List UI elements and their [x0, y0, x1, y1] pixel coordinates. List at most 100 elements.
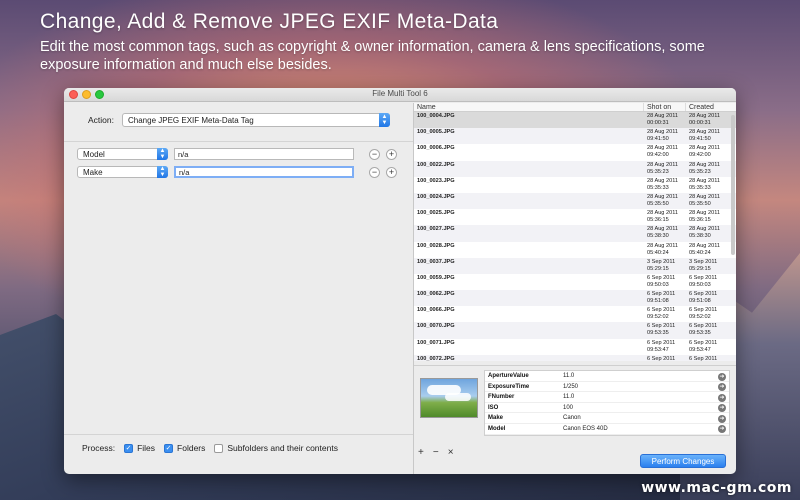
- table-row[interactable]: 100_0037.JPG 3 Sep 2011 05:29:15 3 Sep 2011…: [414, 257, 736, 274]
- arrow-right-icon[interactable]: ➜: [718, 414, 726, 423]
- action-popup[interactable]: Change JPEG EXIF Meta-Data Tag ▲ ▼: [122, 113, 390, 127]
- created-time: 00:00:31: [689, 120, 711, 126]
- created-time: 05:38:30: [689, 233, 711, 240]
- column-header-shot-on[interactable]: Shot on: [644, 103, 686, 111]
- perform-changes-button[interactable]: Perform Changes: [640, 454, 726, 468]
- property-row[interactable]: ISO 100 ➜: [485, 403, 729, 414]
- created-date: 6 Sep 2011: [689, 291, 718, 298]
- table-scrollbar[interactable]: [731, 115, 735, 255]
- checkmark-icon: ✓: [124, 443, 134, 453]
- property-key: FNumber: [488, 394, 515, 401]
- created-date: 28 Aug 2011: [689, 193, 721, 200]
- created-date: 3 Sep 2011: [689, 258, 718, 265]
- shot-on-cell: 28 Aug 2011 00:00:31: [644, 112, 686, 128]
- created-time: 09:53:35: [689, 330, 711, 337]
- file-name: 100_0072.JPG: [417, 355, 455, 361]
- shot-date: 6 Sep 2011: [647, 323, 676, 330]
- clear-list-button[interactable]: ×: [448, 447, 454, 458]
- property-row[interactable]: FNumber 11.0 ➜: [485, 392, 729, 403]
- tag-row-2: Make ▲ ▼ n/a − +: [77, 166, 397, 178]
- created-time: 09:41:50: [689, 136, 711, 143]
- created-date: 28 Aug 2011: [689, 226, 721, 233]
- table-row[interactable]: 100_0066.JPG 6 Sep 2011 09:52:02 6 Sep 2011…: [414, 306, 736, 322]
- property-row[interactable]: Make Canon ➜: [485, 413, 729, 424]
- table-row[interactable]: 100_0022.JPG 28 Aug 2011 05:35:23 28 Aug 20…: [414, 160, 736, 177]
- tag-popup-1[interactable]: Model ▲ ▼: [77, 148, 168, 160]
- created-cell: 28 Aug 2011 05:35:23: [686, 161, 730, 177]
- shot-on-cell: 28 Aug 2011 05:35:23: [644, 161, 686, 177]
- promo-subline: Edit the most common tags, such as copyr…: [40, 39, 705, 73]
- process-label: Process:: [82, 443, 116, 453]
- table-row[interactable]: 100_0024.JPG 28 Aug 2011 05:35:50 28 Aug 20…: [414, 192, 736, 210]
- created-date: 6 Sep 2011: [689, 274, 718, 281]
- created-date: 28 Aug 2011: [689, 113, 721, 119]
- shot-date: 28 Aug 2011: [647, 113, 679, 119]
- tag-value-field-1[interactable]: n/a: [174, 148, 354, 160]
- subfolders-label: Subfolders and their contents: [227, 443, 338, 453]
- created-date: 6 Sep 2011: [689, 307, 718, 314]
- remove-tag-button-2[interactable]: −: [369, 166, 380, 178]
- table-row[interactable]: 100_0005.JPG 28 Aug 2011 09:41:50 28 Aug 20…: [414, 128, 736, 145]
- created-cell: 3 Sep 2011 05:29:15: [686, 258, 730, 274]
- popup-arrows-icon: ▲ ▼: [157, 166, 168, 178]
- shot-time: 00:00:31: [647, 120, 669, 126]
- created-cell: 6 Sep 2011 09:51:08: [686, 290, 730, 306]
- shot-on-cell: 6 Sep 2011 09:53:47: [644, 339, 686, 355]
- folders-label: Folders: [177, 443, 206, 453]
- shot-on-cell: 6 Sep 2011 09:52:02: [644, 306, 686, 322]
- photo-thumbnail: [420, 378, 478, 418]
- shot-on-cell: 28 Aug 2011 05:35:50: [644, 193, 686, 209]
- table-row[interactable]: 100_0070.JPG 6 Sep 2011 09:53:35 6 Sep 2011…: [414, 322, 736, 339]
- table-row[interactable]: 100_0027.JPG 28 Aug 2011 05:38:30 28 Aug 20…: [414, 225, 736, 242]
- remove-tag-button-1[interactable]: −: [369, 148, 380, 160]
- folders-checkbox[interactable]: ✓ Folders: [164, 443, 205, 453]
- tag-popup-1-value: Model: [83, 149, 105, 159]
- property-row[interactable]: Model Canon EOS 40D ➜: [485, 424, 729, 435]
- table-row[interactable]: 100_0062.JPG 6 Sep 2011 09:51:08 6 Sep 2011…: [414, 290, 736, 307]
- property-value: 11.0: [563, 394, 575, 401]
- shot-on-cell: 6 Sep 2011 09:53:35: [644, 322, 686, 338]
- table-row[interactable]: 100_0006.JPG 28 Aug 2011 09:42:00 28 Aug 20…: [414, 144, 736, 160]
- add-tag-button-1[interactable]: +: [386, 148, 397, 160]
- remove-file-button[interactable]: −: [433, 447, 439, 458]
- property-row[interactable]: ExposureTime 1/250 ➜: [485, 382, 729, 393]
- property-value: Canon: [563, 415, 581, 422]
- add-tag-button-2[interactable]: +: [386, 166, 397, 178]
- tag-popup-2[interactable]: Make ▲ ▼: [77, 166, 168, 178]
- subfolders-checkbox[interactable]: Subfolders and their contents: [214, 443, 338, 453]
- created-time: 09:52:02: [689, 314, 711, 321]
- table-body: 100_0004.JPG 28 Aug 2011 00:00:31 28 Aug 20…: [414, 112, 736, 361]
- tag-value-field-2[interactable]: n/a: [174, 166, 354, 178]
- created-cell: 28 Aug 2011 09:42:00: [686, 144, 730, 160]
- table-row[interactable]: 100_0025.JPG 28 Aug 2011 05:36:15 28 Aug 20…: [414, 209, 736, 225]
- table-row[interactable]: 100_0028.JPG 28 Aug 2011 05:40:24 28 Aug 20…: [414, 242, 736, 258]
- created-cell: 6 Sep 2011 09:53:35: [686, 322, 730, 338]
- files-checkbox[interactable]: ✓ Files: [124, 443, 155, 453]
- property-row[interactable]: ApertureValue 11.0 ➜: [485, 371, 729, 382]
- add-file-button[interactable]: +: [418, 447, 424, 458]
- table-row[interactable]: 100_0071.JPG 6 Sep 2011 09:53:47 6 Sep 2011…: [414, 339, 736, 355]
- app-window: File Multi Tool 6 Action: Change JPEG EX…: [64, 88, 736, 474]
- separator: [64, 434, 413, 435]
- file-name: 100_0070.JPG: [417, 323, 455, 330]
- created-cell: 6 Sep 2011: [686, 355, 730, 361]
- shot-on-cell: 28 Aug 2011 09:42:00: [644, 144, 686, 160]
- checkbox-empty-icon: [214, 443, 224, 453]
- tag-popup-2-value: Make: [83, 167, 103, 177]
- created-date: 28 Aug 2011: [689, 129, 721, 136]
- shot-time: 05:36:15: [647, 217, 669, 224]
- column-header-name[interactable]: Name: [414, 103, 644, 111]
- table-row[interactable]: 100_0023.JPG 28 Aug 2011 05:35:33 28 Aug 20…: [414, 177, 736, 193]
- arrow-right-icon[interactable]: ➜: [718, 372, 726, 381]
- table-row[interactable]: 100_0004.JPG 28 Aug 2011 00:00:31 28 Aug 20…: [414, 112, 736, 129]
- shot-date: 28 Aug 2011: [647, 193, 679, 200]
- table-row[interactable]: 100_0072.JPG 6 Sep 2011 6 Sep 2011: [414, 354, 736, 361]
- arrow-right-icon[interactable]: ➜: [718, 393, 726, 402]
- popup-arrows-icon: ▲ ▼: [157, 148, 168, 160]
- created-time: 09:51:08: [689, 298, 711, 305]
- created-cell: 28 Aug 2011 05:38:30: [686, 225, 730, 241]
- file-name: 100_0028.JPG: [417, 242, 455, 249]
- table-row[interactable]: 100_0059.JPG 6 Sep 2011 09:50:03 6 Sep 2011…: [414, 274, 736, 290]
- column-header-created[interactable]: Created: [686, 103, 730, 111]
- file-name: 100_0037.JPG: [417, 258, 455, 265]
